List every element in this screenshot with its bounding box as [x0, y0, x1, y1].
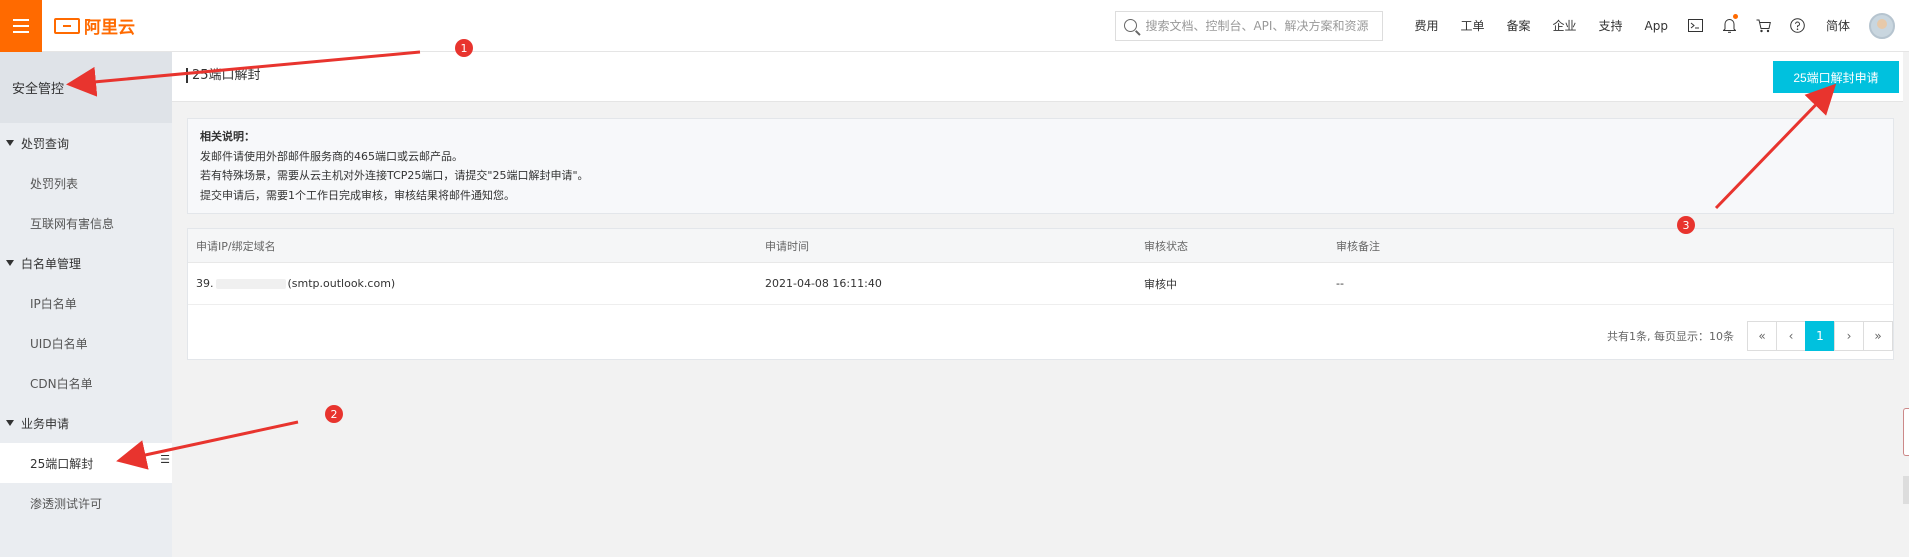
top-nav-links: 费用 工单 备案 企业 支持 App 简体 [1403, 0, 1861, 52]
cell-note: -- [1336, 277, 1344, 290]
page-1-button[interactable]: 1 [1805, 321, 1835, 351]
sidebar-group-label: 业务申请 [21, 416, 70, 431]
cell-ip-domain: 39. (smtp.outlook.com) [196, 263, 395, 304]
port25-apply-button[interactable]: 25端口解封申请 [1773, 61, 1899, 93]
sidebar-group-whitelist[interactable]: 白名单管理 [0, 243, 172, 283]
side-floating-tab-2[interactable] [1903, 476, 1909, 504]
notification-dot [1732, 13, 1738, 19]
column-header-status: 审核状态 [1144, 239, 1188, 253]
top-navigation-bar: 阿里云 搜索文档、控制台、API、解决方案和资源 费用 工单 备案 企业 支持 … [0, 0, 1909, 52]
caret-down-icon [6, 260, 14, 266]
terminal-icon[interactable] [1679, 0, 1713, 52]
page-title: 25端口解封 [186, 68, 261, 83]
nav-enterprise[interactable]: 企业 [1542, 17, 1588, 34]
annotation-badge-1: 1 [455, 39, 473, 57]
pagination: 共有1条, 每页显示：10条 « ‹ 1 › » [1607, 321, 1893, 351]
annotation-badge-3: 3 [1677, 216, 1695, 234]
sidebar-item-harmful-info[interactable]: 互联网有害信息 [0, 203, 172, 243]
sidebar-group-penalty[interactable]: 处罚查询 [0, 123, 172, 163]
annotation-badge-2: 2 [325, 405, 343, 423]
bound-domain: (smtp.outlook.com) [287, 277, 396, 290]
caret-down-icon [6, 140, 14, 146]
side-floating-tab[interactable] [1903, 408, 1909, 456]
application-table: 申请IP/绑定域名 申请时间 审核状态 审核备注 39. (smtp.outlo… [187, 228, 1894, 360]
cart-icon[interactable] [1747, 0, 1781, 52]
search-icon [1124, 19, 1138, 32]
cell-status: 审核中 [1144, 277, 1177, 291]
redacted-ip [215, 278, 286, 289]
logo-text: 阿里云 [84, 18, 135, 38]
sidebar-item-ip-whitelist[interactable]: IP白名单 [0, 283, 172, 323]
search-input[interactable]: 搜索文档、控制台、API、解决方案和资源 [1115, 10, 1384, 41]
language-switch[interactable]: 简体 [1815, 17, 1861, 34]
column-header-ip: 申请IP/绑定域名 [196, 239, 276, 253]
help-icon[interactable] [1781, 0, 1815, 52]
sidebar-title: 安全管控 [0, 52, 172, 123]
menu-icon[interactable] [0, 0, 42, 52]
last-page-button[interactable]: » [1863, 321, 1893, 351]
nav-icp[interactable]: 备案 [1495, 17, 1541, 34]
column-header-time: 申请时间 [765, 239, 809, 253]
sidebar-collapse-icon[interactable]: ☰ [158, 448, 172, 470]
ip-prefix: 39. [196, 277, 214, 290]
notice-line: 若有特殊场景，需要从云主机对外连接TCP25端口，请提交"25端口解封申请"。 [200, 169, 589, 182]
notice-title: 相关说明： [200, 130, 255, 143]
sidebar-item-pentest-permit[interactable]: 渗透测试许可 [0, 483, 172, 523]
sidebar: 安全管控 处罚查询 处罚列表 互联网有害信息 白名单管理 IP白名单 UID白名… [0, 52, 172, 557]
notice-line: 发邮件请使用外部邮件服务商的465端口或云邮产品。 [200, 149, 463, 163]
column-header-note: 审核备注 [1336, 239, 1380, 253]
bell-icon[interactable] [1713, 0, 1747, 52]
sidebar-item-penalty-list[interactable]: 处罚列表 [0, 163, 172, 203]
page-header: 25端口解封 25端口解封申请 [172, 52, 1909, 102]
logo[interactable]: 阿里云 [54, 13, 135, 38]
search-placeholder: 搜索文档、控制台、API、解决方案和资源 [1145, 19, 1369, 33]
notice-line: 提交申请后，需要1个工作日完成审核，审核结果将邮件通知您。 [200, 188, 515, 202]
notice-box: 相关说明： 发邮件请使用外部邮件服务商的465端口或云邮产品。 若有特殊场景，需… [187, 118, 1894, 214]
prev-page-button[interactable]: ‹ [1776, 321, 1806, 351]
cell-time: 2021-04-08 16:11:40 [765, 277, 882, 290]
pagination-info: 共有1条, 每页显示：10条 [1607, 330, 1734, 343]
sidebar-item-uid-whitelist[interactable]: UID白名单 [0, 323, 172, 363]
nav-app[interactable]: App [1634, 19, 1679, 33]
aliyun-logo-icon [54, 17, 80, 34]
nav-support[interactable]: 支持 [1588, 17, 1634, 34]
table-header: 申请IP/绑定域名 申请时间 审核状态 审核备注 [188, 229, 1893, 263]
nav-billing[interactable]: 费用 [1403, 17, 1449, 34]
sidebar-group-label: 处罚查询 [21, 136, 70, 151]
next-page-button[interactable]: › [1834, 321, 1864, 351]
avatar[interactable] [1869, 12, 1895, 39]
sidebar-group-business[interactable]: 业务申请 [0, 403, 172, 443]
sidebar-item-cdn-whitelist[interactable]: CDN白名单 [0, 363, 172, 403]
first-page-button[interactable]: « [1747, 321, 1777, 351]
sidebar-item-port25-unblock[interactable]: 25端口解封 [0, 443, 172, 483]
sidebar-group-label: 白名单管理 [21, 256, 82, 271]
caret-down-icon [6, 420, 14, 426]
table-row: 39. (smtp.outlook.com) 2021-04-08 16:11:… [188, 263, 1893, 305]
nav-tickets[interactable]: 工单 [1449, 17, 1495, 34]
